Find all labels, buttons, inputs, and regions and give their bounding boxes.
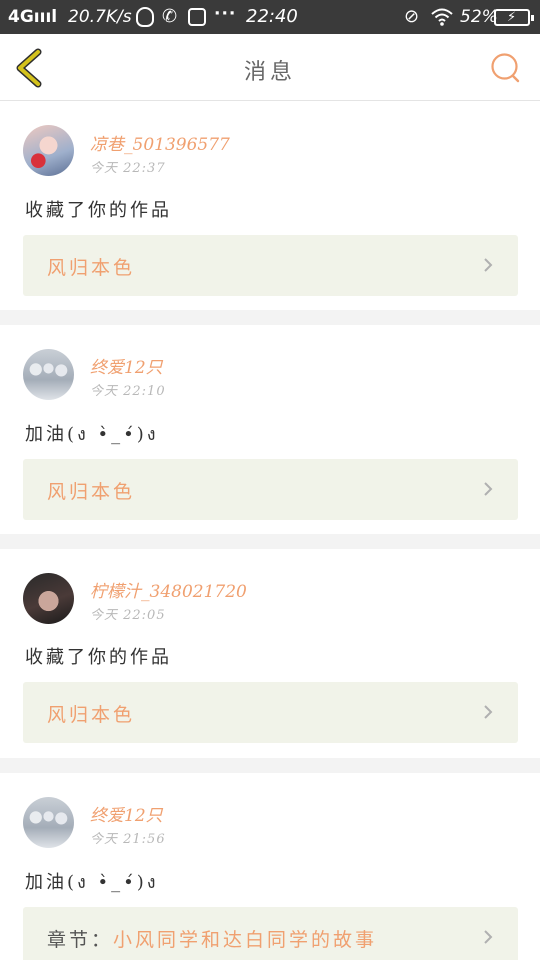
message-content: 收藏了你的作品 [25, 200, 172, 221]
qq-icon [136, 7, 154, 27]
username[interactable]: 终爱12只 [90, 353, 163, 378]
chevron-right-icon [484, 930, 493, 944]
search-icon [491, 53, 520, 83]
phone-icon: ✆ [162, 6, 178, 27]
avatar[interactable] [23, 125, 74, 176]
work-link[interactable]: 风归本色 [23, 235, 518, 296]
message-time: 今天 22:05 [90, 608, 166, 623]
message-content: 加油(ง •̀_•́)ง [25, 872, 159, 893]
work-link[interactable]: 风归本色 [23, 682, 518, 743]
network-speed: 20.7K/s [68, 7, 132, 27]
message-content: 加油(ง •̀_•́)ง [25, 424, 159, 445]
status-bar: 4Gıııl 20.7K/s ✆ ··· 22:40 ⊘ 52% ⚡ [0, 0, 540, 34]
message-time: 今天 22:37 [90, 161, 166, 176]
chevron-right-icon [484, 482, 493, 496]
battery-percent: 52% [460, 7, 498, 27]
battery-charging-icon: ⚡ [494, 9, 534, 26]
work-title: 章节：小风同学和达白同学的故事 [47, 929, 378, 951]
page-title: 消息 [243, 60, 296, 85]
search-button[interactable] [490, 52, 522, 84]
wifi-icon [430, 7, 454, 27]
message-time: 今天 21:56 [90, 832, 166, 847]
more-dots-icon: ··· [214, 4, 237, 24]
divider [0, 758, 540, 773]
work-title: 风归本色 [47, 481, 136, 503]
message-list: 凉巷_501396577 今天 22:37 收藏了你的作品 风归本色 终爱12只… [0, 101, 540, 960]
work-title: 风归本色 [47, 704, 136, 726]
avatar[interactable] [23, 349, 74, 400]
message-card[interactable]: 终爱12只 今天 21:56 加油(ง •̀_•́)ง 章节：小风同学和达白同学… [0, 773, 540, 960]
app-header: 消息 [0, 34, 540, 101]
status-time: 22:40 [246, 6, 298, 27]
divider [0, 310, 540, 325]
chevron-right-icon [484, 705, 493, 719]
network-signal: 4Gıııl [8, 7, 58, 27]
work-link[interactable]: 风归本色 [23, 459, 518, 520]
message-card[interactable]: 凉巷_501396577 今天 22:37 收藏了你的作品 风归本色 [0, 101, 540, 310]
divider [0, 534, 540, 549]
screenshot-icon [188, 8, 206, 26]
avatar[interactable] [23, 573, 74, 624]
avatar[interactable] [23, 797, 74, 848]
message-time: 今天 22:10 [90, 384, 166, 399]
username[interactable]: 凉巷_501396577 [90, 130, 230, 155]
work-link[interactable]: 章节：小风同学和达白同学的故事 [23, 907, 518, 960]
chevron-right-icon [484, 258, 493, 272]
username[interactable]: 柠檬汁_348021720 [90, 577, 247, 602]
message-card[interactable]: 终爱12只 今天 22:10 加油(ง •̀_•́)ง 风归本色 [0, 325, 540, 534]
message-card[interactable]: 柠檬汁_348021720 今天 22:05 收藏了你的作品 风归本色 [0, 549, 540, 758]
username[interactable]: 终爱12只 [90, 801, 163, 826]
work-title: 风归本色 [47, 257, 136, 279]
message-content: 收藏了你的作品 [25, 647, 172, 668]
mute-icon: ⊘ [404, 6, 420, 27]
